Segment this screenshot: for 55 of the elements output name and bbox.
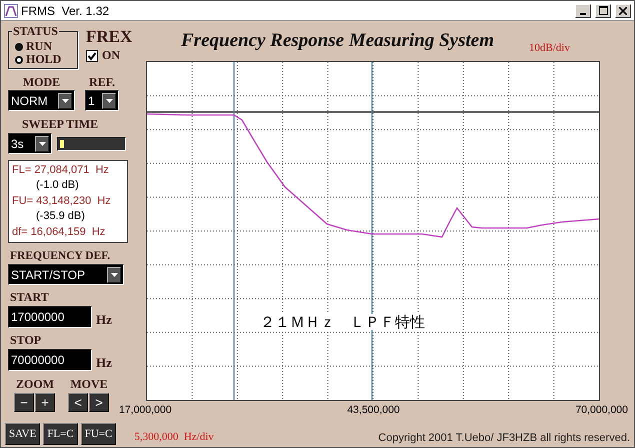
move-label: MOVE: [70, 377, 108, 392]
unit-label: Hz: [96, 312, 112, 328]
frequency-def-label: FREQUENCY DEF.: [10, 250, 112, 262]
dropdown-arrow-icon: [62, 98, 68, 102]
start-field[interactable]: 17000000: [8, 306, 92, 328]
readout-line: FU= 43,148,230 Hz: [12, 194, 112, 209]
move-button[interactable]: <: [68, 393, 88, 412]
copyright-text: Copyright 2001 T.Uebo/ JF3HZB all rights reserved.: [378, 432, 630, 444]
radio-option[interactable]: RUN: [15, 40, 52, 53]
readout-line: df= 16,064,159 Hz: [12, 224, 106, 240]
radio-option[interactable]: HOLD: [15, 53, 62, 66]
minimize-button[interactable]: [575, 4, 591, 18]
close-button[interactable]: [615, 4, 631, 18]
action-button[interactable]: SAVE: [5, 423, 40, 445]
dropdown-arrow-icon: [110, 272, 118, 277]
stop-label: STOP: [10, 333, 42, 348]
mode-label: MODE: [22, 75, 60, 90]
ref-label: REF.: [89, 75, 115, 90]
zoom-button[interactable]: +: [35, 393, 55, 412]
axis-tick-label: 43,500,000: [347, 404, 400, 416]
marker-line[interactable]: [371, 62, 373, 400]
readout-line: (-1.0 dB): [35, 178, 80, 194]
marker-line[interactable]: [233, 62, 235, 400]
app-icon: [4, 4, 18, 18]
checkbox-icon: [86, 50, 98, 62]
sweep-time-label: SWEEP TIME: [22, 117, 100, 132]
close-icon: [619, 6, 627, 14]
dropdown-arrow-icon: [106, 98, 112, 102]
mode-dropdown[interactable]: NORM: [8, 90, 75, 111]
maximize-button[interactable]: [595, 4, 611, 18]
zoom-button[interactable]: −: [14, 393, 34, 412]
window-title: FRMS Ver. 1.32: [21, 4, 110, 18]
readout-line: (-35.9 dB): [35, 209, 86, 224]
stop-field[interactable]: 70000000: [8, 349, 92, 372]
minimize-icon: [580, 12, 586, 14]
zoom-label: ZOOM: [16, 377, 54, 392]
maximize-icon: [598, 6, 608, 15]
action-button[interactable]: FU=C: [80, 423, 116, 445]
frex-label: FREX: [86, 27, 132, 47]
on-checkbox[interactable]: ON: [86, 48, 120, 63]
y-scale-label: 10dB/div: [529, 42, 570, 54]
ref-dropdown[interactable]: 1: [85, 90, 119, 111]
frequency-def-dropdown[interactable]: START/STOP: [8, 264, 124, 286]
dropdown-arrow-icon: [38, 142, 46, 146]
start-label: START: [10, 290, 50, 306]
app-heading: Frequency Response Measuring System: [181, 30, 494, 52]
action-button[interactable]: FL=C: [43, 423, 78, 445]
move-button[interactable]: >: [89, 393, 109, 412]
axis-tick-label: 70,000,000: [575, 404, 628, 416]
unit-label: Hz: [96, 355, 112, 372]
sweep-slider[interactable]: [57, 136, 126, 150]
sweep-time-dropdown[interactable]: 3s: [8, 133, 52, 154]
readout-line: FL= 27,084,071 Hz: [12, 163, 110, 178]
x-scale-label: 5,300,000 Hz/div: [134, 431, 214, 443]
axis-tick-label: 17,000,000: [119, 404, 172, 416]
